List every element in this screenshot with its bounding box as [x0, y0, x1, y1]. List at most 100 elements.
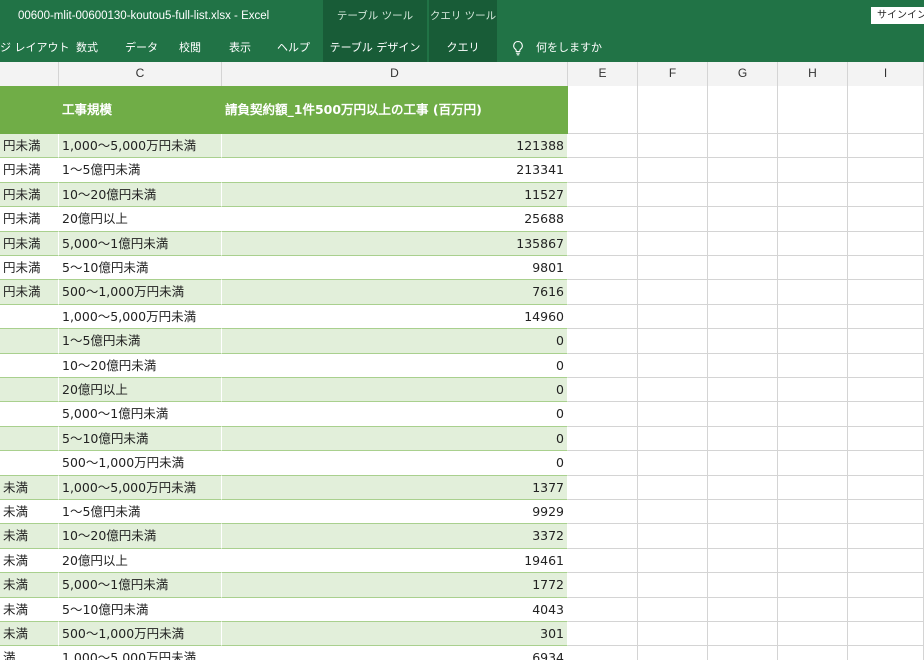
cell-scale[interactable]: 1,000～5,000万円未満 — [59, 304, 222, 330]
column-header-b[interactable] — [0, 62, 59, 86]
column-header-f[interactable]: F — [638, 62, 708, 86]
empty-cell[interactable] — [568, 86, 638, 134]
cell-scale[interactable]: 5～10億円未満 — [59, 597, 222, 622]
cell-contract-amount[interactable]: 9801 — [222, 256, 568, 281]
empty-cell[interactable] — [568, 573, 638, 598]
cell-category[interactable]: 未満 — [0, 524, 59, 549]
cell-category[interactable]: 未満 — [0, 500, 59, 525]
cell-contract-amount[interactable]: 1377 — [222, 475, 568, 500]
empty-cell[interactable] — [568, 597, 638, 622]
empty-cell[interactable] — [638, 451, 708, 476]
empty-cell[interactable] — [638, 524, 708, 549]
cell-contract-amount[interactable]: 1772 — [222, 573, 568, 598]
empty-cell[interactable] — [708, 86, 778, 134]
cell-contract-amount[interactable]: 0 — [222, 426, 568, 452]
empty-cell[interactable] — [638, 353, 708, 378]
table-header-b[interactable] — [0, 86, 59, 134]
empty-cell[interactable] — [568, 158, 638, 183]
empty-cell[interactable] — [848, 573, 924, 598]
cell-contract-amount[interactable]: 6934 — [222, 646, 568, 660]
empty-cell[interactable] — [778, 134, 848, 159]
cell-contract-amount[interactable]: 213341 — [222, 158, 568, 183]
cell-contract-amount[interactable]: 0 — [222, 402, 568, 427]
table-header-contract-amount[interactable]: 請負契約額_1件500万円以上の工事 (百万円) — [222, 86, 568, 134]
empty-cell[interactable] — [638, 134, 708, 159]
empty-cell[interactable] — [638, 304, 708, 330]
empty-cell[interactable] — [778, 280, 848, 305]
cell-scale[interactable]: 10～20億円未満 — [59, 182, 222, 208]
cell-contract-amount[interactable]: 11527 — [222, 182, 568, 208]
cell-scale[interactable]: 20億円以上 — [59, 548, 222, 574]
empty-cell[interactable] — [848, 329, 924, 354]
empty-cell[interactable] — [568, 280, 638, 305]
empty-cell[interactable] — [848, 231, 924, 256]
cell-scale[interactable]: 10～20億円未満 — [59, 524, 222, 549]
empty-cell[interactable] — [568, 426, 638, 452]
empty-cell[interactable] — [708, 524, 778, 549]
empty-cell[interactable] — [778, 158, 848, 183]
empty-cell[interactable] — [848, 256, 924, 281]
empty-cell[interactable] — [638, 256, 708, 281]
empty-cell[interactable] — [778, 500, 848, 525]
empty-cell[interactable] — [778, 378, 848, 403]
empty-cell[interactable] — [708, 426, 778, 452]
cell-scale[interactable]: 10～20億円未満 — [59, 353, 222, 378]
empty-cell[interactable] — [638, 475, 708, 500]
empty-cell[interactable] — [638, 158, 708, 183]
empty-cell[interactable] — [848, 548, 924, 574]
cell-scale[interactable]: 500～1,000万円未満 — [59, 622, 222, 647]
empty-cell[interactable] — [778, 182, 848, 208]
empty-cell[interactable] — [778, 304, 848, 330]
empty-cell[interactable] — [778, 573, 848, 598]
empty-cell[interactable] — [708, 378, 778, 403]
empty-cell[interactable] — [568, 646, 638, 660]
cell-scale[interactable]: 5～10億円未満 — [59, 256, 222, 281]
empty-cell[interactable] — [848, 207, 924, 232]
empty-cell[interactable] — [778, 86, 848, 134]
tab-table-design[interactable]: テーブル デザイン — [323, 34, 427, 62]
empty-cell[interactable] — [568, 329, 638, 354]
cell-category[interactable]: 円未満 — [0, 256, 59, 281]
empty-cell[interactable] — [708, 451, 778, 476]
cell-category[interactable] — [0, 378, 59, 403]
empty-cell[interactable] — [568, 524, 638, 549]
empty-cell[interactable] — [778, 646, 848, 660]
empty-cell[interactable] — [848, 500, 924, 525]
cell-contract-amount[interactable]: 301 — [222, 622, 568, 647]
empty-cell[interactable] — [848, 622, 924, 647]
cell-category[interactable] — [0, 353, 59, 378]
empty-cell[interactable] — [778, 353, 848, 378]
cell-contract-amount[interactable]: 0 — [222, 451, 568, 476]
cell-contract-amount[interactable]: 0 — [222, 378, 568, 403]
empty-cell[interactable] — [708, 158, 778, 183]
empty-cell[interactable] — [848, 378, 924, 403]
empty-cell[interactable] — [568, 231, 638, 256]
empty-cell[interactable] — [638, 329, 708, 354]
empty-cell[interactable] — [568, 182, 638, 208]
cell-scale[interactable]: 1～5億円未満 — [59, 329, 222, 354]
cell-category[interactable]: 円未満 — [0, 134, 59, 159]
empty-cell[interactable] — [708, 256, 778, 281]
empty-cell[interactable] — [778, 597, 848, 622]
cell-contract-amount[interactable]: 121388 — [222, 134, 568, 159]
empty-cell[interactable] — [568, 378, 638, 403]
cell-scale[interactable]: 500～1,000万円未満 — [59, 451, 222, 476]
empty-cell[interactable] — [848, 304, 924, 330]
tab-view[interactable]: 表示 — [229, 34, 251, 62]
empty-cell[interactable] — [638, 597, 708, 622]
column-header-g[interactable]: G — [708, 62, 778, 86]
tab-formulas[interactable]: 数式 — [76, 34, 98, 62]
cell-contract-amount[interactable]: 19461 — [222, 548, 568, 574]
tab-query[interactable]: クエリ — [429, 34, 497, 62]
cell-contract-amount[interactable]: 14960 — [222, 304, 568, 330]
empty-cell[interactable] — [778, 329, 848, 354]
cell-contract-amount[interactable]: 135867 — [222, 231, 568, 256]
empty-cell[interactable] — [848, 451, 924, 476]
empty-cell[interactable] — [638, 548, 708, 574]
signin-button[interactable]: サインイン — [871, 7, 924, 24]
empty-cell[interactable] — [708, 134, 778, 159]
empty-cell[interactable] — [638, 207, 708, 232]
empty-cell[interactable] — [638, 86, 708, 134]
empty-cell[interactable] — [638, 402, 708, 427]
cell-category[interactable]: 円未満 — [0, 158, 59, 183]
